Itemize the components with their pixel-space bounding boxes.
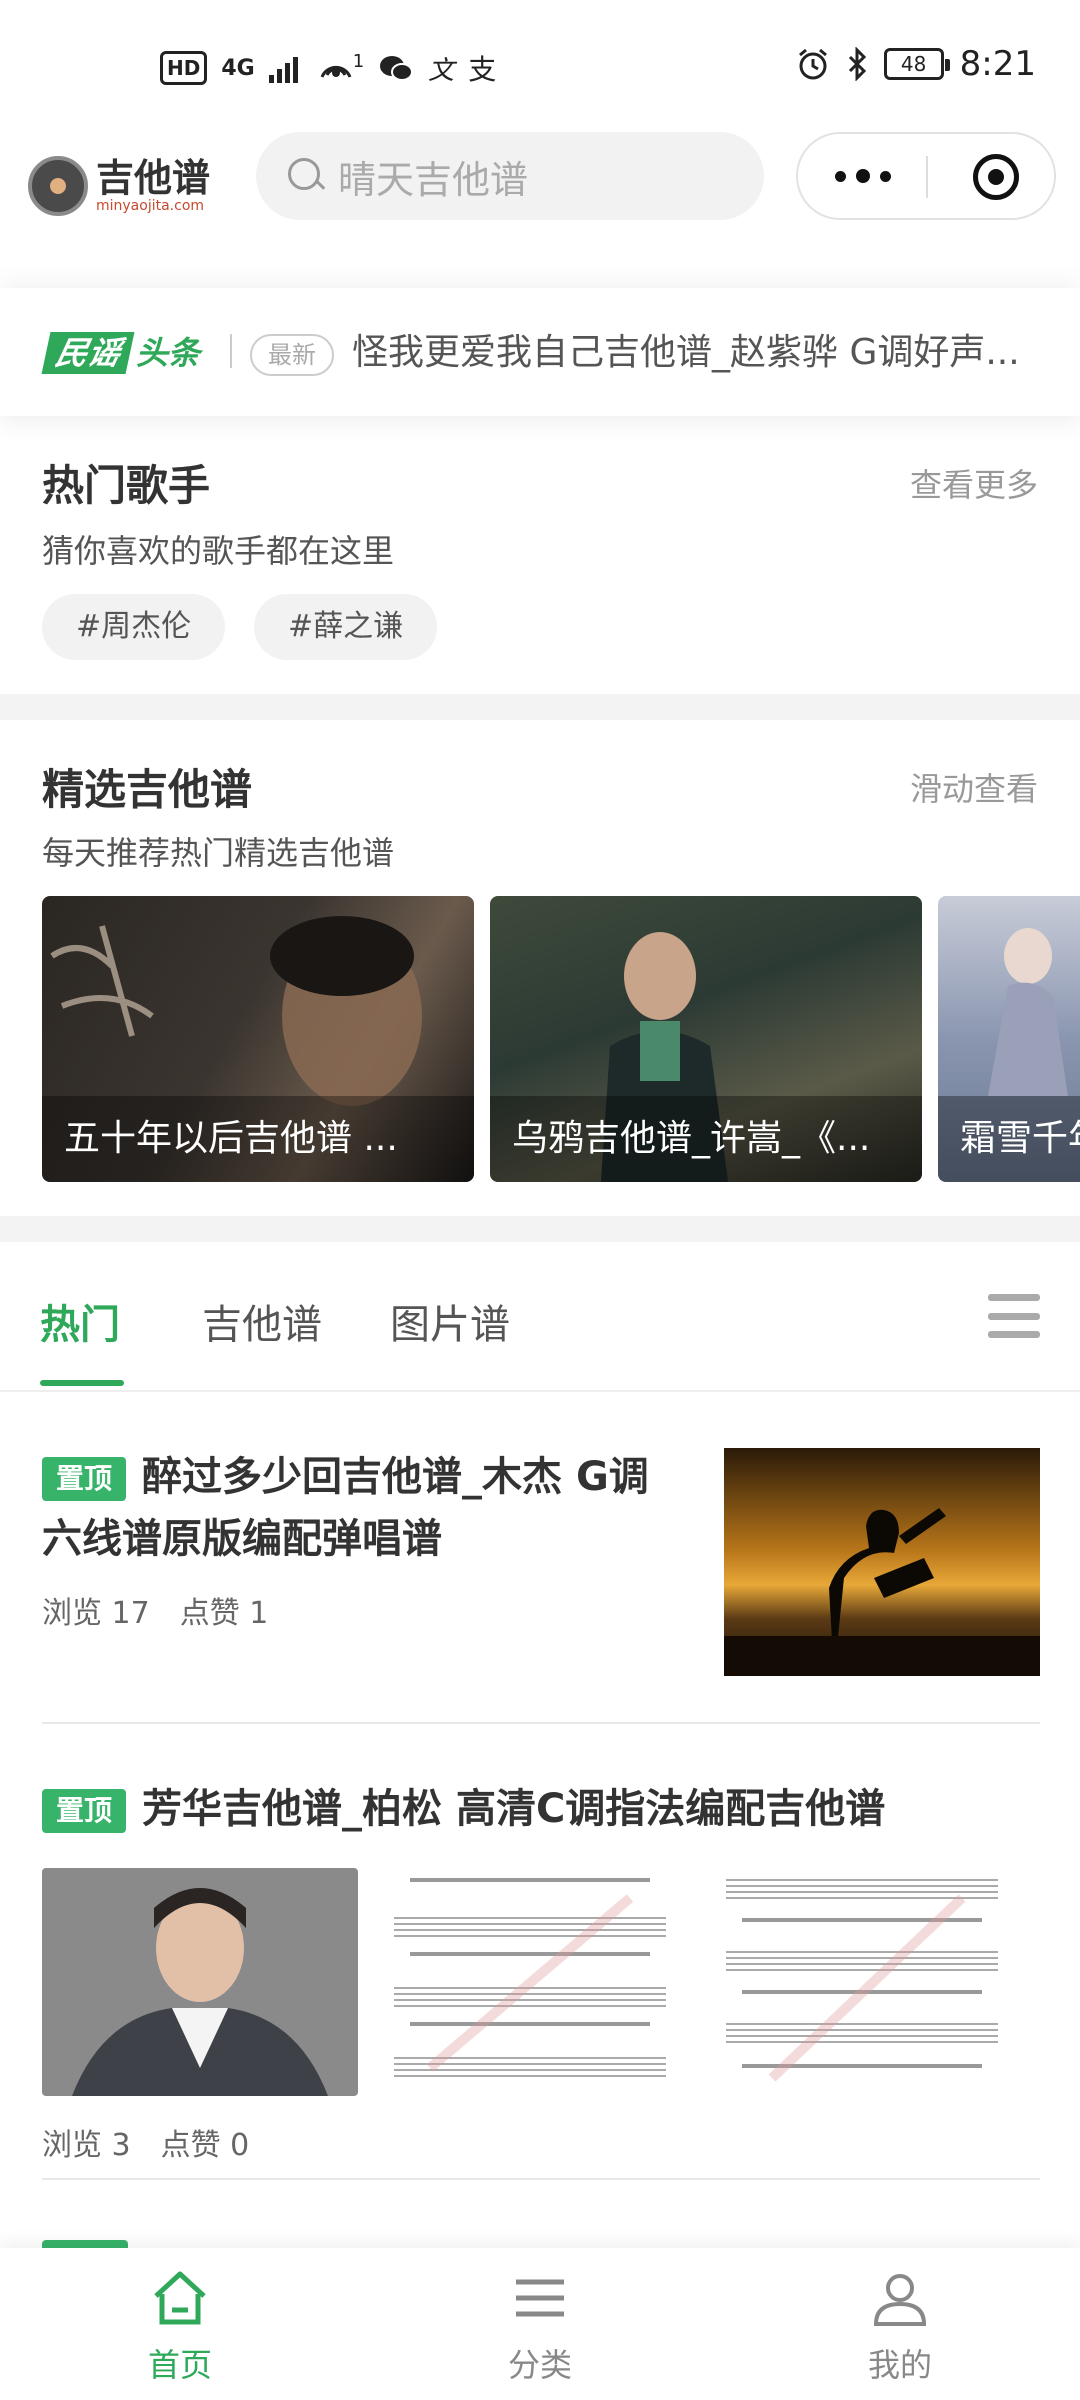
nav-home[interactable]: 首页 xyxy=(80,2268,280,2386)
wechat-icon xyxy=(380,56,414,81)
news-brand: 民谣 头条 xyxy=(41,332,206,374)
silhouette-image xyxy=(724,1508,1040,1676)
featured-subtitle: 每天推荐热门精选吉他谱 xyxy=(42,834,395,872)
singer-tag[interactable]: #周杰伦 xyxy=(42,594,226,660)
signal-4g-icon: 4G xyxy=(221,55,255,81)
featured-card[interactable]: 五十年以后吉他谱 ... xyxy=(42,896,474,1182)
view-count: 浏览 17 xyxy=(42,1596,150,1631)
news-ticker[interactable]: 民谣 头条 最新 怪我更爱我自己吉他谱_赵紫骅 G调好声... xyxy=(0,288,1080,416)
article-divider xyxy=(42,2178,1040,2180)
article-title-text: 醉过多少回吉他谱_木杰 G调六线谱原版编配弹唱谱 xyxy=(42,1454,649,1562)
bottom-nav: 首页 分类 我的 xyxy=(0,2248,1080,2400)
hotspot-icon xyxy=(320,65,352,78)
hot-singers-more-link[interactable]: 查看更多 xyxy=(910,460,1038,506)
featured-card-caption: 乌鸦吉他谱_许嵩_《... xyxy=(490,1096,922,1182)
hd-icon: HD xyxy=(160,51,208,85)
next-article-peek xyxy=(42,2240,128,2248)
section-separator xyxy=(0,694,1080,720)
article-meta: 浏览 17 点赞 1 xyxy=(42,1588,298,1632)
news-badge: 最新 xyxy=(250,334,334,376)
cellular-signal-icon xyxy=(268,57,298,83)
article-title[interactable]: 置顶 芳华吉他谱_柏松 高清C调指法编配吉他谱 xyxy=(42,1778,1040,1840)
profile-icon xyxy=(873,2274,927,2326)
article-image[interactable] xyxy=(722,1868,1002,2096)
portrait-image xyxy=(72,1888,328,2096)
featured-card-caption: 霜雪千年 xyxy=(938,1096,1080,1182)
alipay-icon: 支 xyxy=(468,53,497,86)
hotspot-count: 1 xyxy=(352,50,365,72)
article-title-text: 芳华吉他谱_柏松 高清C调指法编配吉他谱 xyxy=(142,1786,886,1832)
featured-title: 精选吉他谱 xyxy=(42,765,253,814)
article-divider xyxy=(42,1722,1040,1724)
content-tabs: 热门 吉他谱 图片谱 xyxy=(0,1242,1080,1392)
tab-hot[interactable]: 热门 xyxy=(40,1292,120,1350)
news-brand-b: 头条 xyxy=(136,334,201,372)
nav-home-label: 首页 xyxy=(147,2346,212,2384)
search-bar[interactable]: 晴天吉他谱 xyxy=(256,132,764,220)
article-meta: 浏览 3 点赞 0 xyxy=(42,2120,279,2164)
status-bar: HD 4G 1 文 支 48 8:21 xyxy=(0,0,1080,130)
search-placeholder: 晴天吉他谱 xyxy=(338,157,529,202)
app-notify-icon: 文 xyxy=(428,55,455,86)
featured-card[interactable]: 霜雪千年 xyxy=(938,896,1080,1182)
news-headline[interactable]: 怪我更爱我自己吉他谱_赵紫骅 G调好声... xyxy=(352,328,1022,378)
active-tab-indicator xyxy=(40,1380,124,1386)
tab-guitar-tabs[interactable]: 吉他谱 xyxy=(202,1292,322,1350)
miniprogram-capsule xyxy=(796,132,1056,220)
more-icon[interactable] xyxy=(828,134,898,218)
like-count: 点赞 0 xyxy=(160,2128,250,2163)
view-count: 浏览 3 xyxy=(42,2128,131,2163)
logo-icon xyxy=(28,156,88,216)
nav-category[interactable]: 分类 xyxy=(440,2268,640,2386)
logo-subtitle: minyaojita.com xyxy=(96,198,205,214)
news-brand-a: 民谣 xyxy=(41,332,135,374)
home-icon xyxy=(154,2271,206,2325)
search-icon xyxy=(286,156,326,196)
clock: 8:21 xyxy=(959,44,1036,84)
capsule-divider xyxy=(926,156,928,198)
status-right: 48 8:21 xyxy=(796,44,1036,84)
close-miniprogram-icon[interactable] xyxy=(973,154,1019,200)
alarm-icon xyxy=(798,48,827,80)
sheet-music-image xyxy=(726,1879,998,2082)
featured-card[interactable]: 乌鸦吉他谱_许嵩_《... xyxy=(490,896,922,1182)
app-header: 吉他谱 minyaojita.com 晴天吉他谱 xyxy=(0,130,1080,250)
category-icon xyxy=(516,2279,564,2317)
nav-category-label: 分类 xyxy=(507,2346,572,2384)
article-image[interactable] xyxy=(42,1868,358,2096)
status-left: HD 4G 1 文 支 xyxy=(160,48,496,88)
section-separator xyxy=(0,1216,1080,1242)
article-image[interactable] xyxy=(390,1868,670,2096)
battery-icon: 48 xyxy=(883,48,950,80)
news-divider xyxy=(230,334,232,368)
pinned-badge: 置顶 xyxy=(42,1789,127,1833)
menu-icon[interactable] xyxy=(988,1290,1040,1342)
sheet-music-image xyxy=(394,1878,666,2077)
hot-singers-subtitle: 猜你喜欢的歌手都在这里 xyxy=(42,532,395,570)
article-thumbnail[interactable] xyxy=(724,1448,1040,1676)
like-count: 点赞 1 xyxy=(179,1596,269,1631)
article-title[interactable]: 置顶 醉过多少回吉他谱_木杰 G调六线谱原版编配弹唱谱 xyxy=(42,1446,682,1570)
featured-swipe-hint: 滑动查看 xyxy=(909,770,1038,808)
logo-title: 吉他谱 xyxy=(96,156,211,200)
singer-tag[interactable]: #薛之谦 xyxy=(254,594,438,660)
nav-profile[interactable]: 我的 xyxy=(800,2268,1000,2386)
featured-card-caption: 五十年以后吉他谱 ... xyxy=(42,1096,474,1182)
tab-image-tabs[interactable]: 图片谱 xyxy=(390,1292,510,1350)
pinned-badge: 置顶 xyxy=(42,1457,127,1501)
logo[interactable]: 吉他谱 minyaojita.com xyxy=(28,146,228,226)
bluetooth-icon xyxy=(848,47,866,81)
hot-singers-title: 热门歌手 xyxy=(42,461,211,510)
nav-profile-label: 我的 xyxy=(867,2346,932,2384)
